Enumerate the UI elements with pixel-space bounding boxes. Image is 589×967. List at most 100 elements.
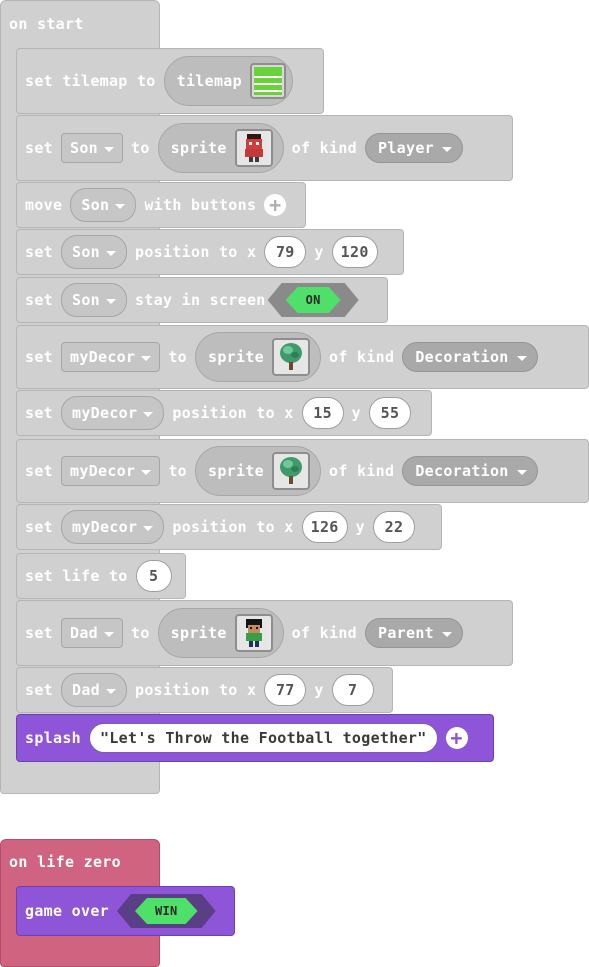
y-value-input[interactable]: 120 bbox=[331, 236, 378, 268]
dad-variable-dropdown[interactable]: Dad bbox=[61, 618, 123, 648]
game-over-block[interactable]: game over WIN bbox=[16, 886, 235, 936]
mydecor-variable-dropdown[interactable]: myDecor bbox=[61, 510, 165, 544]
set-dad-sprite-block[interactable]: set Dad to sprite of kind Parent bbox=[16, 600, 513, 666]
move-text: move bbox=[25, 196, 63, 214]
sprite-pill[interactable]: sprite bbox=[195, 332, 321, 382]
son-sprite-icon[interactable] bbox=[234, 129, 273, 167]
game-over-text: game over bbox=[25, 902, 109, 920]
tilemap-pill-label: tilemap bbox=[176, 72, 242, 90]
position-text: position to x bbox=[135, 243, 257, 261]
son-variable-dropdown[interactable]: Son bbox=[61, 133, 123, 163]
set-mydecor-position-block[interactable]: set myDecor position to x 15 y 55 bbox=[16, 390, 432, 436]
kind-dropdown-decoration[interactable]: Decoration bbox=[402, 342, 538, 372]
set-text: set bbox=[25, 404, 53, 422]
mydecor-variable-dropdown[interactable]: myDecor bbox=[61, 456, 161, 486]
y-value-input[interactable]: 7 bbox=[331, 674, 374, 706]
set-text: set bbox=[25, 624, 53, 642]
move-son-block[interactable]: move Son with buttons + bbox=[16, 182, 306, 228]
sprite-pill[interactable]: sprite bbox=[157, 123, 284, 173]
son-variable-dropdown[interactable]: Son bbox=[61, 283, 127, 317]
tree-icon[interactable] bbox=[272, 452, 310, 490]
y-value-input[interactable]: 22 bbox=[372, 511, 415, 543]
set-mydecor-sprite-block[interactable]: set myDecor to sprite of kind Decoration bbox=[16, 439, 589, 503]
set-text: set bbox=[25, 348, 53, 366]
set-text: set bbox=[25, 243, 53, 261]
to-text: to bbox=[131, 624, 150, 642]
tree-icon[interactable] bbox=[272, 338, 310, 376]
dad-variable-dropdown[interactable]: Dad bbox=[61, 673, 127, 707]
mydecor-variable-label: myDecor bbox=[70, 348, 136, 366]
to-text: to bbox=[168, 348, 187, 366]
son-variable-label: Son bbox=[70, 139, 98, 157]
sprite-label: sprite bbox=[208, 462, 264, 480]
position-text: position to x bbox=[135, 681, 257, 699]
life-value-input[interactable]: 5 bbox=[135, 560, 172, 592]
mydecor-variable-dropdown[interactable]: myDecor bbox=[61, 342, 161, 372]
son-variable-label: Son bbox=[72, 243, 100, 261]
chevron-down-icon bbox=[516, 469, 527, 475]
y-value-input[interactable]: 55 bbox=[368, 397, 411, 429]
x-value-input[interactable]: 15 bbox=[301, 397, 344, 429]
x-value-input[interactable]: 79 bbox=[264, 236, 307, 268]
to-text: to bbox=[131, 139, 150, 157]
kind-dropdown-player[interactable]: Player bbox=[365, 133, 463, 163]
set-tilemap-block[interactable]: set tilemap to tilemap bbox=[16, 48, 324, 114]
chevron-down-icon bbox=[143, 525, 154, 531]
chevron-down-icon bbox=[106, 250, 116, 256]
mydecor-variable-label: myDecor bbox=[72, 518, 138, 536]
set-text: set bbox=[25, 291, 53, 309]
tilemap-icon[interactable] bbox=[249, 63, 286, 99]
set-text: set bbox=[25, 139, 53, 157]
splash-text: splash bbox=[25, 729, 81, 747]
kind-dropdown-decoration[interactable]: Decoration bbox=[402, 456, 538, 486]
add-parameter-icon[interactable]: + bbox=[445, 727, 468, 749]
son-variable-dropdown[interactable]: Son bbox=[70, 188, 137, 222]
y-text: y bbox=[314, 681, 324, 699]
mydecor-variable-label: myDecor bbox=[70, 462, 136, 480]
mydecor-variable-dropdown[interactable]: myDecor bbox=[61, 396, 165, 430]
with-buttons-text: with buttons bbox=[144, 196, 257, 214]
set-life-block[interactable]: set life to 5 bbox=[16, 553, 186, 599]
of-kind-text: of kind bbox=[291, 624, 357, 642]
position-text: position to x bbox=[172, 518, 294, 536]
set-son-sprite-block[interactable]: set Son to sprite of kind Player bbox=[16, 115, 513, 181]
chevron-down-icon bbox=[141, 355, 152, 361]
x-value-input[interactable]: 126 bbox=[301, 511, 348, 543]
x-value-input[interactable]: 77 bbox=[264, 674, 307, 706]
chevron-down-icon bbox=[141, 469, 152, 475]
y-text: y bbox=[355, 518, 365, 536]
of-kind-text: of kind bbox=[329, 462, 395, 480]
chevron-down-icon bbox=[442, 631, 452, 637]
kind-label: Parent bbox=[378, 624, 434, 642]
chevron-down-icon bbox=[516, 355, 527, 361]
son-variable-dropdown[interactable]: Son bbox=[61, 235, 127, 269]
splash-block[interactable]: splash "Let's Throw the Football togethe… bbox=[16, 714, 494, 762]
dad-sprite-icon[interactable] bbox=[234, 614, 273, 652]
toggle-on-label: ON bbox=[286, 287, 341, 313]
tilemap-pill[interactable]: tilemap bbox=[163, 56, 293, 106]
set-tilemap-text: set tilemap to bbox=[25, 72, 156, 90]
set-dad-position-block[interactable]: set Dad position to x 77 y 7 bbox=[16, 667, 393, 713]
set-text: set bbox=[25, 462, 53, 480]
stay-in-screen-text: stay in screen bbox=[135, 291, 266, 309]
add-parameter-icon[interactable]: + bbox=[264, 194, 287, 216]
set-son-stay-block[interactable]: set Son stay in screen ON bbox=[16, 277, 388, 323]
y-text: y bbox=[351, 404, 361, 422]
set-son-position-block[interactable]: set Son position to x 79 y 120 bbox=[16, 229, 404, 275]
kind-dropdown-parent[interactable]: Parent bbox=[365, 618, 463, 648]
kind-label: Decoration bbox=[415, 348, 509, 366]
kind-label: Player bbox=[378, 139, 434, 157]
set-text: set bbox=[25, 518, 53, 536]
toggle-win[interactable]: WIN bbox=[117, 894, 216, 928]
set-mydecor-position-block[interactable]: set myDecor position to x 126 y 22 bbox=[16, 504, 442, 550]
splash-string-input[interactable]: "Let's Throw the Football together" bbox=[89, 723, 438, 753]
set-text: set bbox=[25, 681, 53, 699]
sprite-pill[interactable]: sprite bbox=[195, 446, 321, 496]
of-kind-text: of kind bbox=[291, 139, 357, 157]
position-text: position to x bbox=[172, 404, 294, 422]
toggle-on[interactable]: ON bbox=[268, 283, 359, 317]
sprite-pill[interactable]: sprite bbox=[157, 608, 284, 658]
on-life-zero-label: on life zero bbox=[9, 853, 121, 871]
set-mydecor-sprite-block[interactable]: set myDecor to sprite of kind Decoration bbox=[16, 325, 589, 389]
on-start-label: on start bbox=[9, 15, 84, 33]
